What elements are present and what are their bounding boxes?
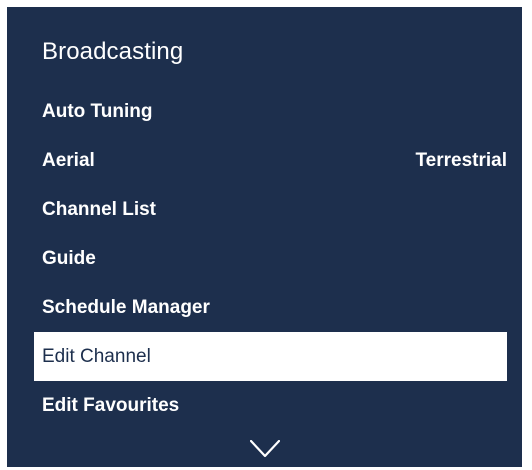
menu-item-edit-channel[interactable]: Edit Channel xyxy=(34,332,507,381)
menu-item-label: Edit Favourites xyxy=(42,394,180,416)
menu-item-label: Channel List xyxy=(42,198,157,220)
menu-item-guide[interactable]: Guide xyxy=(34,234,507,283)
broadcasting-menu-panel: Broadcasting Auto Tuning Aerial Terrestr… xyxy=(7,7,522,467)
menu-title: Broadcasting xyxy=(42,38,184,65)
broadcasting-menu-list: Auto Tuning Aerial Terrestrial Channel L… xyxy=(7,87,522,430)
menu-item-label: Guide xyxy=(42,247,96,269)
menu-item-aerial[interactable]: Aerial Terrestrial xyxy=(34,136,507,185)
menu-item-edit-favourites[interactable]: Edit Favourites xyxy=(34,381,507,430)
menu-item-auto-tuning[interactable]: Auto Tuning xyxy=(34,87,507,136)
menu-item-label: Edit Channel xyxy=(42,345,151,367)
menu-item-schedule-manager[interactable]: Schedule Manager xyxy=(34,283,507,332)
aerial-value: Terrestrial xyxy=(415,149,507,171)
chevron-down-icon[interactable] xyxy=(250,440,280,458)
menu-item-label: Auto Tuning xyxy=(42,100,153,122)
menu-item-label: Aerial xyxy=(42,149,95,171)
menu-item-channel-list[interactable]: Channel List xyxy=(34,185,507,234)
menu-item-label: Schedule Manager xyxy=(42,296,210,318)
